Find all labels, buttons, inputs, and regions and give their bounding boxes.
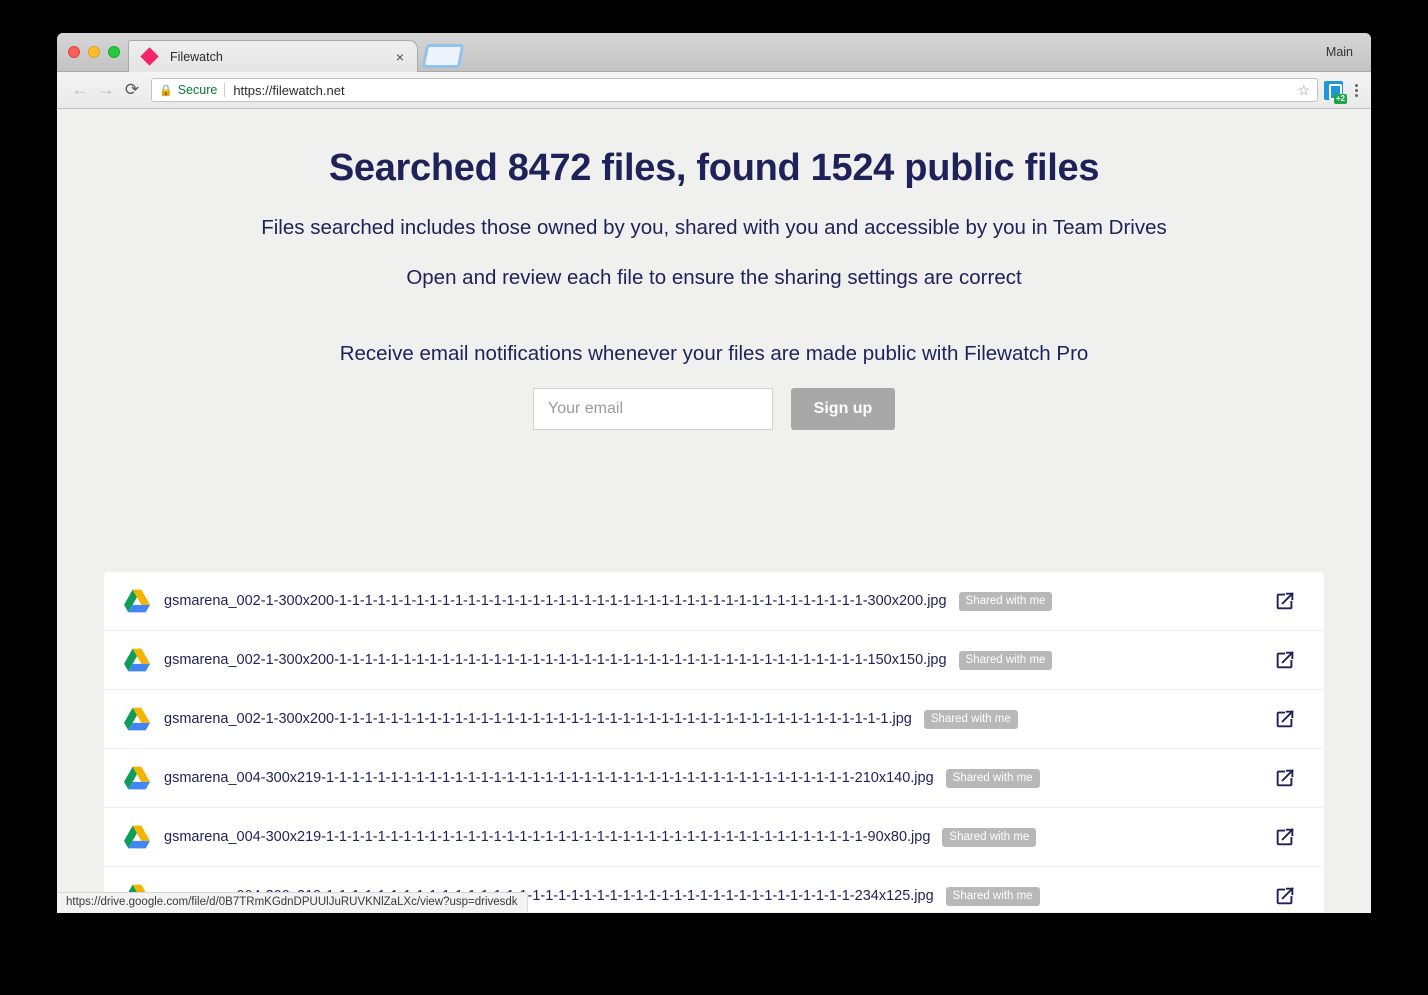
google-drive-icon: [124, 589, 150, 613]
url-text: https://filewatch.net: [233, 82, 345, 98]
tab-title: Filewatch: [170, 49, 223, 64]
file-row[interactable]: gsmarena_002-1-300x200-1-1-1-1-1-1-1-1-1…: [104, 690, 1324, 749]
close-window-button[interactable]: [68, 46, 80, 58]
google-drive-icon: [124, 648, 150, 672]
forward-icon[interactable]: →: [93, 77, 119, 103]
external-link-icon[interactable]: [1274, 767, 1296, 789]
subtitle-scope: Files searched includes those owned by y…: [261, 216, 1167, 239]
file-row[interactable]: gsmarena_004-300x219-1-1-1-1-1-1-1-1-1-1…: [104, 808, 1324, 867]
external-link-icon[interactable]: [1274, 826, 1296, 848]
file-row[interactable]: gsmarena_002-1-300x200-1-1-1-1-1-1-1-1-1…: [104, 631, 1324, 690]
close-tab-icon[interactable]: ×: [393, 50, 407, 64]
file-name: gsmarena_002-1-300x200-1-1-1-1-1-1-1-1-1…: [164, 652, 947, 668]
file-name: gsmarena_002-1-300x200-1-1-1-1-1-1-1-1-1…: [164, 711, 912, 727]
signup-form: Sign up: [57, 388, 1371, 430]
file-name: gsmarena_002-1-300x200-1-1-1-1-1-1-1-1-1…: [164, 593, 947, 609]
address-bar[interactable]: 🔒 Secure https://filewatch.net ☆: [151, 78, 1318, 102]
browser-window: Filewatch × Main ← → ⟳ 🔒 Secure https://…: [57, 33, 1371, 913]
new-tab-button[interactable]: [421, 44, 465, 68]
signup-button[interactable]: Sign up: [791, 388, 895, 430]
status-badge: Shared with me: [958, 591, 1053, 611]
browser-toolbar: ← → ⟳ 🔒 Secure https://filewatch.net ☆ +…: [57, 72, 1371, 109]
secure-label: Secure: [177, 83, 218, 97]
page-title: Searched 8472 files, found 1524 public f…: [328, 147, 1100, 189]
diamond-favicon-icon: [140, 47, 159, 66]
lock-icon: 🔒: [159, 84, 173, 97]
google-drive-icon: [124, 766, 150, 790]
external-link-icon[interactable]: [1274, 708, 1296, 730]
status-bar-url: https://drive.google.com/file/d/0B7TRmKG…: [57, 892, 528, 912]
file-name: gsmarena_004-300x219-1-1-1-1-1-1-1-1-1-1…: [164, 829, 931, 845]
window-traffic-lights: [68, 46, 120, 58]
file-name: gsmarena_004-300x219-1-1-1-1-1-1-1-1-1-1…: [164, 770, 934, 786]
page-content: Searched 8472 files, found 1524 public f…: [57, 109, 1371, 912]
google-drive-icon: [124, 707, 150, 731]
file-row[interactable]: gsmarena_002-1-300x200-1-1-1-1-1-1-1-1-1…: [104, 572, 1324, 631]
extension-count-badge: +2: [1333, 93, 1347, 104]
browser-tab[interactable]: Filewatch ×: [128, 40, 418, 72]
email-field[interactable]: [533, 388, 773, 430]
promo-text: Receive email notifications whenever you…: [339, 342, 1089, 365]
external-link-icon[interactable]: [1274, 885, 1296, 907]
bookmark-star-icon[interactable]: ☆: [1297, 82, 1310, 99]
reload-icon[interactable]: ⟳: [119, 77, 145, 103]
browser-tab-strip: Filewatch × Main: [57, 33, 1371, 72]
status-badge: Shared with me: [945, 886, 1040, 906]
google-drive-icon: [124, 825, 150, 849]
minimize-window-button[interactable]: [88, 46, 100, 58]
status-badge: Shared with me: [923, 709, 1018, 729]
profile-label[interactable]: Main: [1326, 45, 1353, 59]
omnibox-divider: [224, 83, 226, 97]
external-link-icon[interactable]: [1274, 590, 1296, 612]
back-icon[interactable]: ←: [67, 77, 93, 103]
file-row[interactable]: gsmarena_004-300x219-1-1-1-1-1-1-1-1-1-1…: [104, 749, 1324, 808]
extension-icon[interactable]: +2: [1324, 80, 1347, 104]
status-badge: Shared with me: [945, 768, 1040, 788]
file-list: gsmarena_002-1-300x200-1-1-1-1-1-1-1-1-1…: [104, 572, 1324, 912]
status-badge: Shared with me: [958, 650, 1053, 670]
subtitle-instruction: Open and review each file to ensure the …: [406, 266, 1022, 289]
external-link-icon[interactable]: [1274, 649, 1296, 671]
maximize-window-button[interactable]: [108, 46, 120, 58]
status-badge: Shared with me: [942, 827, 1037, 847]
three-dot-menu-icon[interactable]: [1352, 82, 1361, 99]
